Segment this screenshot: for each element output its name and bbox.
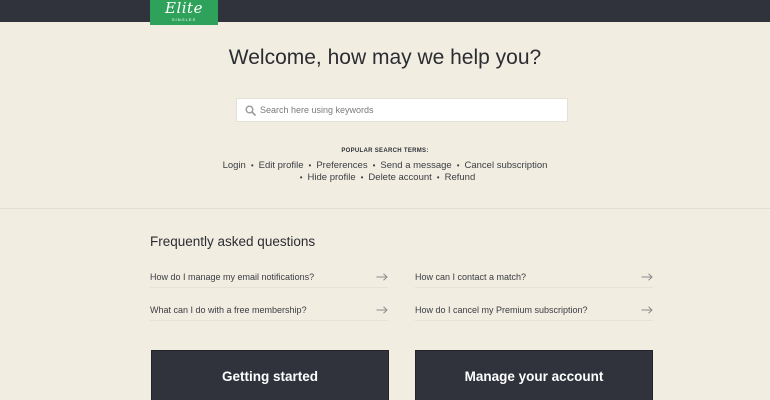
faq-item-cancel-premium[interactable]: How do I cancel my Premium subscription?: [415, 299, 653, 321]
separator-dot: •: [360, 173, 364, 182]
search-input[interactable]: [260, 100, 550, 120]
arrow-right-icon: [376, 272, 388, 281]
popular-terms-line-2: • Hide profile • Delete account • Refund: [0, 172, 770, 183]
card-getting-started[interactable]: Getting started: [151, 350, 389, 400]
logo[interactable]: Elite SINGLES: [150, 0, 218, 25]
separator-dot: •: [299, 173, 303, 182]
term-delete-account[interactable]: Delete account: [368, 172, 431, 183]
term-hide-profile[interactable]: Hide profile: [308, 172, 356, 183]
popular-search-label: POPULAR SEARCH TERMS:: [341, 148, 429, 154]
separator-dot: •: [436, 173, 440, 182]
section-divider: [0, 208, 770, 209]
separator-dot: •: [456, 161, 460, 170]
separator-dot: •: [372, 161, 376, 170]
term-refund[interactable]: Refund: [445, 172, 476, 183]
magnifier-icon: [240, 99, 260, 121]
term-preferences[interactable]: Preferences: [316, 160, 367, 171]
page-title: Welcome, how may we help you?: [228, 46, 542, 69]
term-send-message[interactable]: Send a message: [380, 160, 451, 171]
faq-title: Frequently asked questions: [150, 234, 316, 249]
faq-item-email-notifications[interactable]: How do I manage my email notifications?: [150, 266, 388, 288]
logo-subtitle: SINGLES: [171, 17, 197, 22]
faq-item-free-membership[interactable]: What can I do with a free membership?: [150, 299, 388, 321]
faq-item-label: How do I cancel my Premium subscription?: [415, 304, 588, 315]
arrow-right-icon: [641, 272, 653, 281]
popular-terms-line-1: Login • Edit profile • Preferences • Send a me…: [0, 160, 770, 171]
arrow-right-icon: [376, 305, 388, 314]
faq-item-label: How do I manage my email notifications?: [150, 271, 315, 282]
card-label: Getting started: [221, 369, 318, 384]
faq-item-label: How can I contact a match?: [415, 271, 527, 282]
term-cancel-subscription[interactable]: Cancel subscription: [465, 160, 548, 171]
card-label: Manage your account: [464, 369, 604, 384]
separator-dot: •: [250, 161, 254, 170]
separator-dot: •: [308, 161, 312, 170]
faq-item-contact-match[interactable]: How can I contact a match?: [415, 266, 653, 288]
top-bar: [0, 0, 770, 22]
term-login[interactable]: Login: [223, 160, 246, 171]
card-manage-account[interactable]: Manage your account: [415, 350, 653, 400]
logo-wordmark: Elite: [165, 0, 203, 17]
faq-item-label: What can I do with a free membership?: [150, 304, 307, 315]
search-box[interactable]: [236, 98, 568, 122]
arrow-right-icon: [641, 305, 653, 314]
term-edit-profile[interactable]: Edit profile: [259, 160, 304, 171]
